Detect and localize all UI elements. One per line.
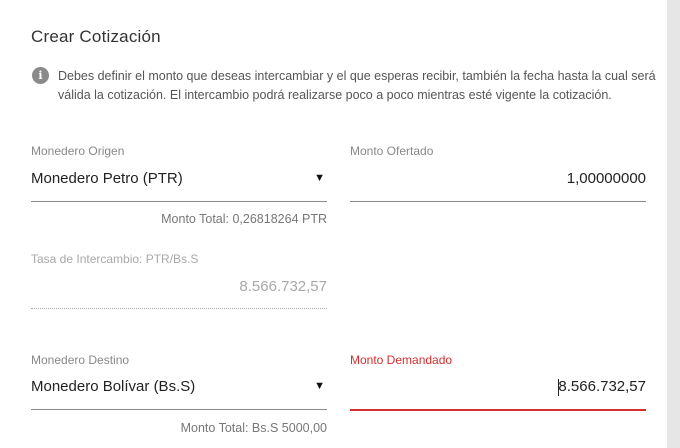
origin-wallet-total: Monto Total: 0,26818264 PTR xyxy=(161,212,327,226)
origin-wallet-underline xyxy=(31,201,327,202)
destination-wallet-underline xyxy=(31,409,327,410)
demanded-amount-input[interactable]: 8.566.732,57 xyxy=(350,372,646,410)
demanded-amount-value: 8.566.732,57 xyxy=(558,378,646,395)
info-message: Debes definir el monto que deseas interc… xyxy=(58,69,656,102)
demanded-amount-label: Monto Demandado xyxy=(350,353,453,367)
offered-amount-label: Monto Ofertado xyxy=(350,144,434,158)
origin-wallet-label: Monedero Origen xyxy=(31,144,125,158)
offered-amount-underline xyxy=(350,201,646,202)
chevron-down-icon: ▼ xyxy=(314,380,325,392)
text-cursor xyxy=(558,379,559,396)
exchange-rate-field: 8.566.732,57 xyxy=(31,272,327,308)
origin-wallet-value: Monedero Petro (PTR) xyxy=(31,170,183,187)
demanded-amount-underline xyxy=(350,409,646,411)
offered-amount-value: 1,00000000 xyxy=(566,170,646,187)
destination-wallet-value: Monedero Bolívar (Bs.S) xyxy=(31,378,196,395)
info-icon: i xyxy=(32,67,49,84)
offered-amount-input[interactable]: 1,00000000 xyxy=(350,164,646,202)
quote-form-card: Crear Cotización i Debes definir el mont… xyxy=(0,0,667,448)
page-title: Crear Cotización xyxy=(31,27,161,46)
origin-wallet-select[interactable]: Monedero Petro (PTR) ▼ xyxy=(31,164,327,202)
exchange-rate-underline xyxy=(31,308,327,309)
destination-wallet-select[interactable]: Monedero Bolívar (Bs.S) ▼ xyxy=(31,372,327,410)
destination-wallet-total: Monto Total: Bs.S 5000,00 xyxy=(180,421,327,435)
chevron-down-icon: ▼ xyxy=(314,172,325,184)
destination-wallet-label: Monedero Destino xyxy=(31,353,130,367)
exchange-rate-label: Tasa de Intercambio: PTR/Bs.S xyxy=(31,252,199,266)
exchange-rate-value: 8.566.732,57 xyxy=(239,278,327,295)
